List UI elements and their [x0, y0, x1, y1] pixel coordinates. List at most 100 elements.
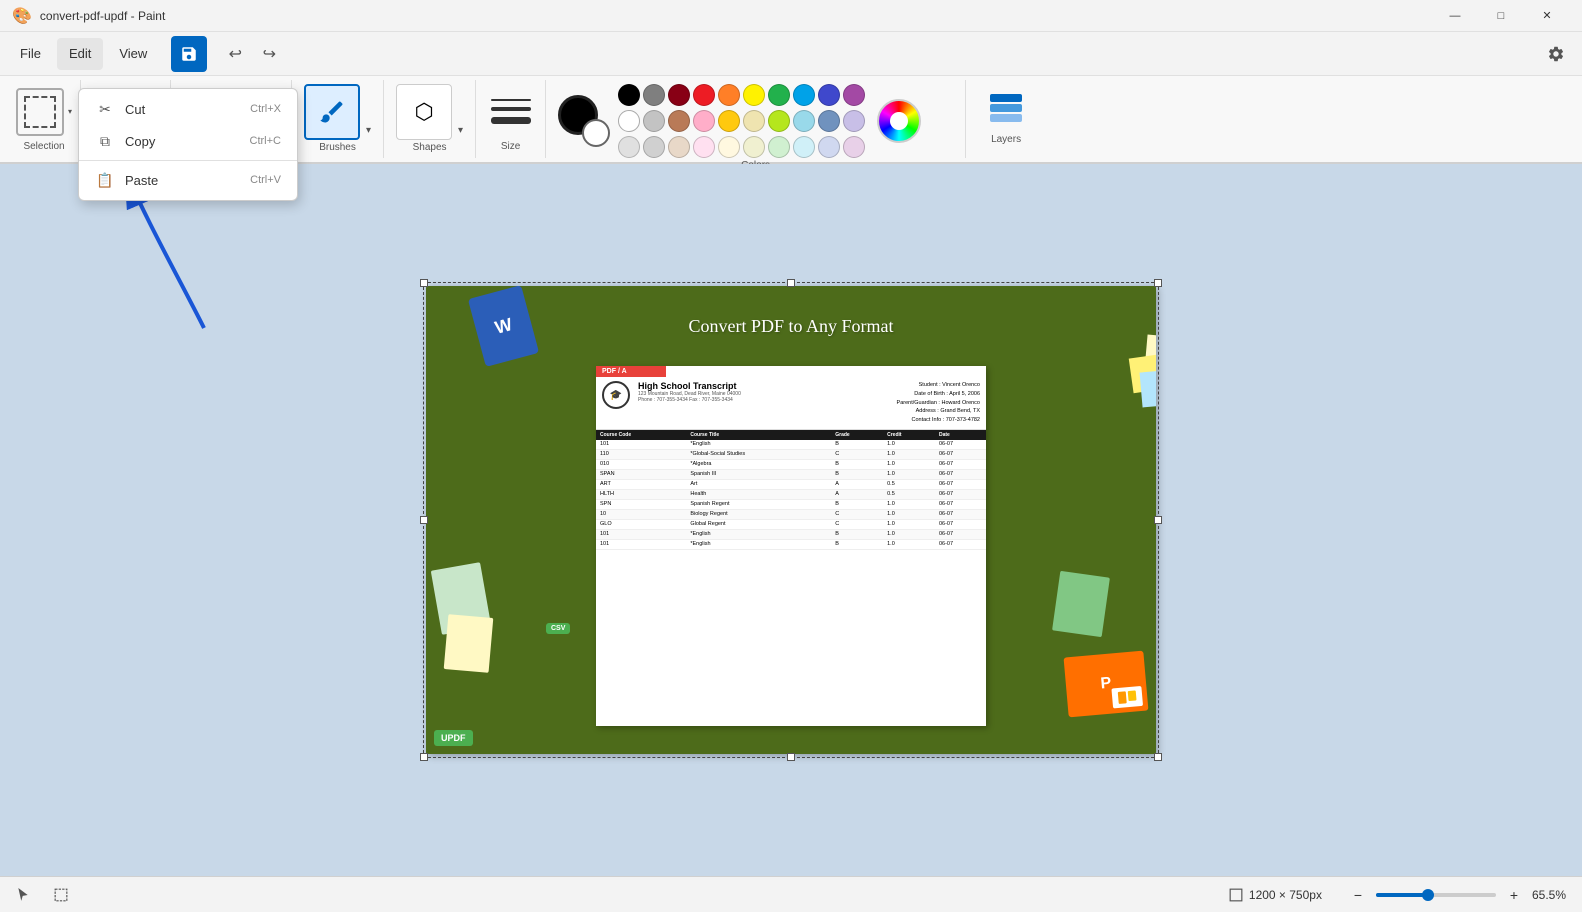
canvas-title: Convert PDF to Any Format — [688, 316, 893, 337]
undo-button[interactable]: ↩ — [219, 38, 251, 70]
shapes-label: Shapes — [413, 142, 447, 155]
zoom-level: 65.5% — [1532, 888, 1566, 902]
table-row: SPNSpanish RegentB1.006-07 — [596, 499, 986, 509]
file-menu[interactable]: File — [8, 38, 53, 70]
swatch-lightblue[interactable] — [793, 110, 815, 132]
swatch-purple[interactable] — [843, 84, 865, 106]
swatch-light5[interactable] — [718, 136, 740, 158]
close-button[interactable]: ✕ — [1524, 0, 1570, 32]
swatches-grid — [618, 84, 865, 158]
swatch-light10[interactable] — [843, 136, 865, 158]
edit-menu[interactable]: Edit — [57, 38, 103, 70]
cursor-icon — [16, 888, 30, 902]
zoom-in-button[interactable]: + — [1502, 883, 1526, 907]
size-line-1 — [491, 99, 531, 101]
menubar: File Edit View ↩ ↪ — [0, 32, 1582, 76]
swatch-lavender[interactable] — [843, 110, 865, 132]
brush-main-button[interactable] — [304, 84, 360, 140]
view-menu[interactable]: View — [107, 38, 159, 70]
zoom-slider[interactable] — [1376, 893, 1496, 897]
handle-bl[interactable] — [420, 753, 428, 761]
swatch-lime[interactable] — [768, 110, 790, 132]
pdf-title-info: High School Transcript 123 Mountain Road… — [638, 381, 897, 403]
brushes-dropdown-arrow[interactable]: ▾ — [366, 125, 371, 136]
handle-bc[interactable] — [787, 753, 795, 761]
swatch-silver[interactable] — [643, 110, 665, 132]
selection-status-icon — [54, 888, 68, 902]
swatch-green[interactable] — [768, 84, 790, 106]
shapes-dropdown-arrow[interactable]: ▾ — [458, 125, 463, 136]
copy-label: Copy — [125, 134, 240, 149]
swatch-light9[interactable] — [818, 136, 840, 158]
swatch-black[interactable] — [618, 84, 640, 106]
swatch-darkred[interactable] — [668, 84, 690, 106]
redo-button[interactable]: ↪ — [253, 38, 285, 70]
zoom-thumb — [1422, 889, 1434, 901]
swatch-yellow[interactable] — [743, 84, 765, 106]
swatch-light4[interactable] — [693, 136, 715, 158]
swatch-light3[interactable] — [668, 136, 690, 158]
swatch-indigo[interactable] — [818, 84, 840, 106]
paste-icon: 📋 — [95, 170, 115, 190]
size-label: Size — [501, 141, 520, 154]
shapes-main-button[interactable]: ⬡ — [396, 84, 452, 140]
swatch-cream[interactable] — [743, 110, 765, 132]
cut-menu-item[interactable]: ✂ Cut Ctrl+X — [79, 93, 297, 125]
background-color[interactable] — [582, 119, 610, 147]
cut-icon: ✂ — [95, 99, 115, 119]
selection-tool-button[interactable] — [16, 88, 64, 136]
swatch-light2[interactable] — [643, 136, 665, 158]
copy-shortcut: Ctrl+C — [250, 135, 281, 147]
dimensions-icon — [1229, 888, 1243, 902]
handle-br[interactable] — [1154, 753, 1162, 761]
colors-section: Colors — [546, 80, 966, 158]
brushes-section: ▾ Brushes — [292, 80, 384, 158]
swatches-row-1 — [618, 84, 865, 106]
table-row: 010*AlgebraB1.006-07 — [596, 459, 986, 469]
paste-shortcut: Ctrl+V — [250, 174, 281, 186]
zoom-out-button[interactable]: − — [1346, 883, 1370, 907]
layer-bar-2 — [990, 104, 1022, 112]
parent: Parent/Guardian : Howard Orenco — [897, 399, 980, 408]
maximize-button[interactable]: □ — [1478, 0, 1524, 32]
paste-menu-item[interactable]: 📋 Paste Ctrl+V — [79, 164, 297, 196]
sticky-4 — [1140, 370, 1156, 408]
swatch-light1[interactable] — [618, 136, 640, 158]
shapes-section: ⬡ ▾ Shapes — [384, 80, 476, 158]
swatch-white[interactable] — [618, 110, 640, 132]
col-grade: Grade — [831, 430, 883, 440]
minimize-button[interactable]: — — [1432, 0, 1478, 32]
swatch-slate[interactable] — [818, 110, 840, 132]
titlebar: 🎨 convert-pdf-updf - Paint — □ ✕ — [0, 0, 1582, 32]
save-button[interactable] — [171, 36, 207, 72]
swatch-gray[interactable] — [643, 84, 665, 106]
swatch-orange[interactable] — [718, 84, 740, 106]
col-code: Course Code — [596, 430, 686, 440]
copy-menu-item[interactable]: ⧉ Copy Ctrl+C — [79, 125, 297, 157]
table-row: SPANSpanish IIIB1.006-07 — [596, 469, 986, 479]
swatch-light8[interactable] — [793, 136, 815, 158]
contact: Contact Info : 707-373-4782 — [897, 416, 980, 425]
doc-title: High School Transcript — [638, 381, 897, 391]
paper-scrap-2 — [444, 614, 494, 673]
swatch-brown[interactable] — [668, 110, 690, 132]
swatch-gold[interactable] — [718, 110, 740, 132]
green-paper-deco — [1052, 571, 1110, 637]
swatch-blue[interactable] — [793, 84, 815, 106]
swatches-row-2 — [618, 110, 865, 132]
cursor-tool-status — [16, 888, 30, 902]
swatch-light6[interactable] — [743, 136, 765, 158]
titlebar-left: 🎨 convert-pdf-updf - Paint — [12, 6, 165, 26]
pdf-logo: 🎓 — [602, 381, 630, 409]
swatch-light7[interactable] — [768, 136, 790, 158]
settings-button[interactable] — [1538, 36, 1574, 72]
address: Address : Grand Bend, TX — [897, 407, 980, 416]
color-picker-button[interactable] — [877, 99, 921, 143]
swatch-red[interactable] — [693, 84, 715, 106]
swatch-pink[interactable] — [693, 110, 715, 132]
cut-label: Cut — [125, 102, 240, 117]
selection-dropdown-arrow[interactable]: ▾ — [68, 107, 72, 116]
dob: Date of Birth : April 5, 2006 — [897, 390, 980, 399]
layers-button[interactable] — [982, 84, 1030, 132]
updf-badge: UPDF — [434, 730, 473, 746]
